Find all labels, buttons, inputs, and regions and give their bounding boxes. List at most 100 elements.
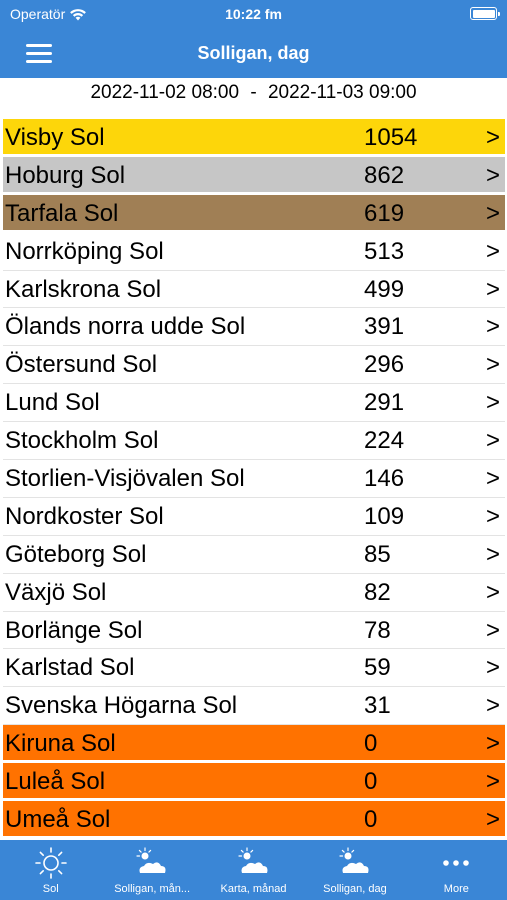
list-item[interactable]: Karlskrona Sol 499 > xyxy=(3,271,505,309)
station-name: Stockholm Sol xyxy=(5,427,159,455)
chevron-right-icon: > xyxy=(485,654,500,682)
station-name: Svenska Högarna Sol xyxy=(5,692,238,720)
chevron-right-icon: > xyxy=(485,427,500,455)
date-range: 2022-11-02 08:00 - 2022-11-03 09:00 xyxy=(0,80,507,110)
station-name: Tarfala Sol xyxy=(5,199,119,227)
list-item[interactable]: Tarfala Sol 619 > xyxy=(3,194,505,233)
chevron-right-icon: > xyxy=(485,502,500,530)
chevron-right-icon: > xyxy=(485,161,500,189)
chevron-right-icon: > xyxy=(485,692,500,720)
chevron-right-icon: > xyxy=(485,540,500,568)
station-name: Karlstad Sol xyxy=(5,654,135,682)
sun-minutes-value: 391 xyxy=(364,313,405,341)
list-item[interactable]: Karlstad Sol 59 > xyxy=(3,649,505,688)
chevron-right-icon: > xyxy=(485,616,500,644)
sun-icon xyxy=(34,847,67,879)
chevron-right-icon: > xyxy=(485,389,500,417)
list-item[interactable]: Östersund Sol 296 > xyxy=(3,346,505,385)
sun-cloud-icon xyxy=(339,847,369,873)
tab-label: More xyxy=(443,883,469,895)
chevron-right-icon: > xyxy=(485,768,500,796)
tab-solligan-dag[interactable]: Solligan, dag xyxy=(304,840,405,900)
station-name: Borlänge Sol xyxy=(5,616,143,644)
sun-minutes-value: 1054 xyxy=(364,124,418,151)
sun-minutes-value: 109 xyxy=(364,502,405,530)
chevron-right-icon: > xyxy=(485,806,500,834)
list-item[interactable]: Umeå Sol 0 > xyxy=(3,801,505,839)
tab-bar: Sol Solligan, mån... Karta, månad Sollig… xyxy=(0,840,507,900)
chevron-right-icon: > xyxy=(485,578,500,606)
list-item[interactable]: Hoburg Sol 862 > xyxy=(3,156,505,195)
station-name: Lund Sol xyxy=(5,389,100,417)
station-name: Storlien-Visjövalen Sol xyxy=(5,465,245,493)
chevron-right-icon: > xyxy=(485,124,500,151)
list-item[interactable]: Svenska Högarna Sol 31 > xyxy=(3,687,505,726)
sun-minutes-value: 82 xyxy=(364,578,391,606)
sun-minutes-value: 85 xyxy=(364,540,391,568)
list-item[interactable]: Lund Sol 291 > xyxy=(3,384,505,423)
sun-minutes-value: 224 xyxy=(364,427,405,455)
sun-minutes-value: 78 xyxy=(364,616,391,644)
station-name: Ölands norra udde Sol xyxy=(5,313,246,341)
chevron-right-icon: > xyxy=(485,313,500,341)
list-item[interactable]: Storlien-Visjövalen Sol 146 > xyxy=(3,460,505,498)
sun-minutes-value: 146 xyxy=(364,465,405,493)
tab-label: Sol xyxy=(42,883,59,895)
chevron-right-icon: > xyxy=(485,237,500,265)
tab-karta-manad[interactable]: Karta, månad xyxy=(203,840,304,900)
station-name: Kiruna Sol xyxy=(5,730,116,758)
sun-minutes-value: 31 xyxy=(364,692,391,720)
chevron-right-icon: > xyxy=(485,730,500,758)
more-dots-icon xyxy=(443,860,470,866)
tab-more[interactable]: More xyxy=(406,840,507,900)
list-item[interactable]: Ölands norra udde Sol 391 > xyxy=(3,308,505,347)
list-item[interactable]: Luleå Sol 0 > xyxy=(3,763,505,802)
list-item[interactable]: Norrköping Sol 513 > xyxy=(3,233,505,271)
chevron-right-icon: > xyxy=(485,275,500,303)
station-name: Göteborg Sol xyxy=(5,540,147,568)
sun-cloud-icon xyxy=(136,847,166,873)
station-name: Hoburg Sol xyxy=(5,161,126,189)
station-name: Luleå Sol xyxy=(5,768,106,796)
sun-minutes-value: 862 xyxy=(364,161,405,189)
status-bar: Operatör 10:22 fm xyxy=(0,0,507,30)
navigation-bar: Solligan, dag xyxy=(0,30,507,78)
list-item[interactable]: Stockholm Sol 224 > xyxy=(3,422,505,461)
chevron-right-icon: > xyxy=(485,199,500,227)
station-name: Östersund Sol xyxy=(5,351,158,379)
tab-label: Karta, månad xyxy=(220,883,287,895)
list-item[interactable]: Nordkoster Sol 109 > xyxy=(3,498,505,536)
sun-minutes-value: 296 xyxy=(364,351,405,379)
date-range-end: 2022-11-03 09:00 xyxy=(267,82,417,103)
list-item[interactable]: Visby Sol 1054 > xyxy=(3,119,505,157)
status-time: 10:22 fm xyxy=(225,6,282,22)
sun-minutes-value: 619 xyxy=(364,199,405,227)
station-name: Norrköping Sol xyxy=(5,237,164,265)
station-name: Växjö Sol xyxy=(5,578,107,606)
page-title: Solligan, dag xyxy=(197,43,310,63)
list-item[interactable]: Göteborg Sol 85 > xyxy=(3,536,505,574)
station-name: Karlskrona Sol xyxy=(5,275,162,303)
sun-minutes-value: 513 xyxy=(364,237,405,265)
list-item[interactable]: Växjö Sol 82 > xyxy=(3,574,505,612)
sun-minutes-value: 291 xyxy=(364,389,405,417)
tab-solligan-manad[interactable]: Solligan, mån... xyxy=(101,840,202,900)
chevron-right-icon: > xyxy=(485,465,500,493)
tab-sol[interactable]: Sol xyxy=(0,840,101,900)
list-item[interactable]: Borlänge Sol 78 > xyxy=(3,612,505,650)
chevron-right-icon: > xyxy=(485,351,500,379)
sun-minutes-value: 0 xyxy=(364,768,378,796)
sun-minutes-value: 499 xyxy=(364,275,405,303)
sun-minutes-value: 0 xyxy=(364,806,378,834)
list-item[interactable]: Kiruna Sol 0 > xyxy=(3,725,505,764)
station-list: Visby Sol 1054 > Hoburg Sol 862 > Tarfal… xyxy=(3,119,505,839)
station-name: Umeå Sol xyxy=(5,806,111,834)
station-name: Nordkoster Sol xyxy=(5,502,164,530)
sun-cloud-icon xyxy=(237,847,268,873)
date-range-separator: - xyxy=(250,82,257,103)
date-range-start: 2022-11-02 08:00 xyxy=(90,82,240,103)
sun-minutes-value: 59 xyxy=(364,654,391,682)
sun-minutes-value: 0 xyxy=(364,730,378,758)
battery-icon xyxy=(470,7,500,20)
tab-label: Solligan, mån... xyxy=(114,883,191,895)
